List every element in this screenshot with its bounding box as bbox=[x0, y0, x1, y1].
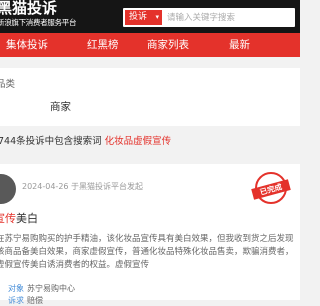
filter-label: 品类 bbox=[0, 79, 16, 90]
avatar bbox=[0, 174, 16, 204]
search-type-select[interactable]: 投诉 ▾ bbox=[125, 10, 162, 25]
complaint-title[interactable]: 宣传美白 bbox=[0, 210, 38, 226]
site-logo[interactable]: 黑猫投诉 bbox=[0, 0, 57, 17]
complaint-body: 在苏宁易购购买的护手精油，该化妆品宣传具有美白效果，但我收到货之后发现该商品备美… bbox=[0, 234, 294, 270]
filter-option-merchant[interactable]: 商家 bbox=[50, 99, 71, 114]
title-keyword: 宣传 bbox=[0, 212, 16, 225]
complaint-date: 2024-04-26 于黑猫投诉平台发起 bbox=[22, 182, 144, 191]
nav-item-merchants[interactable]: 商家列表 bbox=[147, 33, 189, 57]
title-suffix: 美白 bbox=[16, 212, 38, 225]
demand-key: 诉求 bbox=[8, 296, 24, 305]
status-badge: 已完成 bbox=[251, 179, 291, 200]
search-type-label: 投诉 bbox=[129, 12, 148, 22]
merchant-key: 对象 bbox=[8, 284, 24, 293]
main-nav: 集体投诉 红黑榜 商家列表 最新 bbox=[0, 33, 300, 57]
result-prefix: 744条投诉中包含搜索词 bbox=[0, 136, 102, 147]
nav-item-collective[interactable]: 集体投诉 bbox=[6, 33, 48, 57]
search-bar: 投诉 ▾ bbox=[123, 8, 295, 27]
complaint-merchant-row: 对象 苏宁易购中心 bbox=[8, 283, 75, 294]
site-slogan: 新浪旗下消费者服务平台 bbox=[0, 18, 77, 27]
result-summary: 744条投诉中包含搜索词 化妆品虚假宣传 bbox=[0, 131, 300, 151]
status-stamp: 已完成 bbox=[251, 172, 291, 204]
result-keyword: 化妆品虚假宣传 bbox=[104, 136, 172, 147]
demand-value: 赔偿 bbox=[27, 296, 43, 305]
merchant-name[interactable]: 苏宁易购中心 bbox=[27, 284, 75, 293]
filter-panel: 品类 商家 bbox=[0, 68, 300, 126]
complaint-demand-row: 诉求 赔偿 bbox=[8, 295, 43, 306]
chevron-down-icon: ▾ bbox=[155, 13, 159, 21]
result-count: 744条投诉中包含搜索词 化妆品虚假宣传 bbox=[0, 133, 171, 147]
search-input[interactable] bbox=[167, 10, 287, 25]
complaint-card[interactable]: 2024-04-26 于黑猫投诉平台发起 已完成 宣传美白 在苏宁易购购买的护手… bbox=[0, 164, 300, 305]
nav-item-latest[interactable]: 最新 bbox=[229, 33, 250, 57]
site-header: 黑猫投诉 新浪旗下消费者服务平台 投诉 ▾ bbox=[0, 0, 300, 33]
nav-item-ranking[interactable]: 红黑榜 bbox=[87, 33, 119, 57]
